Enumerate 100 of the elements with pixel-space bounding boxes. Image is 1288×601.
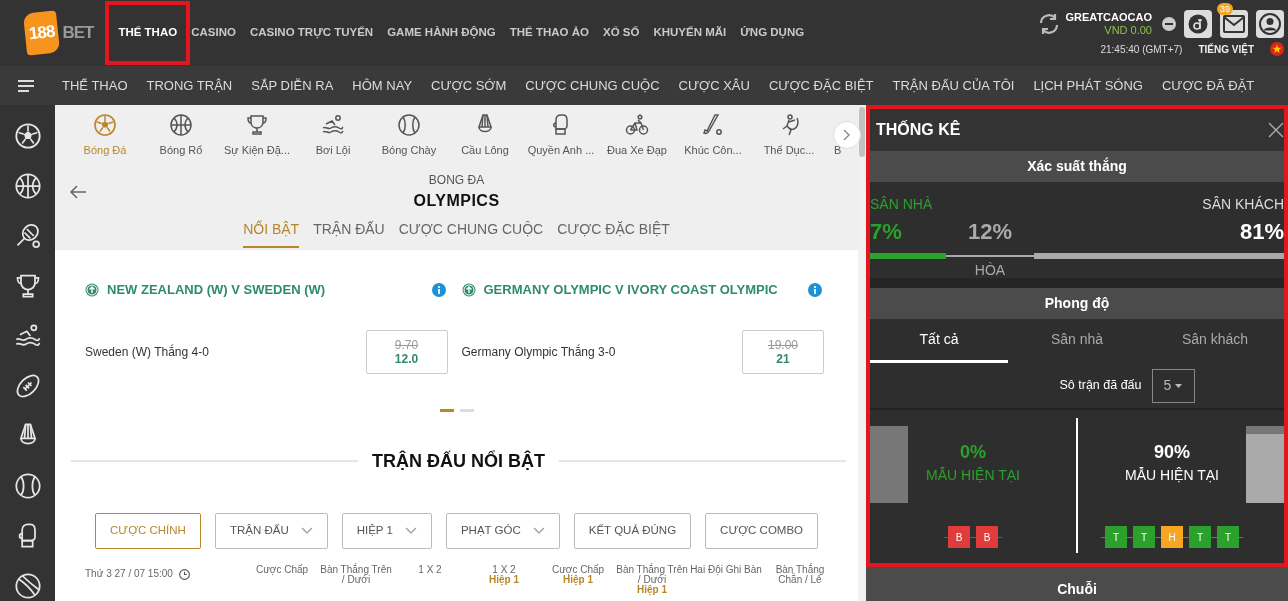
- column-header: Hai Đội Ghi Bàn: [689, 564, 763, 575]
- tab[interactable]: CƯỢC CHUNG CUỘC: [398, 218, 544, 248]
- basketball-icon[interactable]: [13, 172, 42, 200]
- column-header: 1 X 2 Hiệp 1: [488, 564, 520, 585]
- username: GREATCAOCAO: [1065, 10, 1152, 24]
- baseball-icon[interactable]: [13, 472, 42, 500]
- draw-label: HÒA: [974, 262, 1006, 278]
- sport-tab[interactable]: Sự Kiện Đặ...: [219, 113, 295, 159]
- notification-badge: 39: [1217, 2, 1233, 15]
- menu-item[interactable]: SẮP DIỄN RA: [251, 75, 334, 96]
- mail-icon: [1223, 14, 1245, 33]
- menu-item[interactable]: LỊCH PHÁT SÓNG: [1033, 75, 1143, 96]
- logo-text[interactable]: BET: [62, 20, 94, 46]
- filter-button[interactable]: HIỆP 1: [341, 512, 432, 549]
- scrollbar[interactable]: [858, 105, 866, 601]
- filter-button[interactable]: KẾT QUẢ ĐÚNG: [573, 512, 692, 549]
- form-caption: MẪU HIỆN TẠI: [1125, 466, 1219, 485]
- back-button[interactable]: [69, 185, 87, 199]
- sport-tab[interactable]: B: [827, 113, 858, 159]
- menu-item[interactable]: CƯỢC ĐẶC BIỆT: [768, 75, 874, 96]
- coin-icon: [1188, 13, 1208, 34]
- sport-tab[interactable]: Khúc Côn...: [675, 113, 751, 159]
- menu-item[interactable]: CƯỢC CHUNG CUỘC: [525, 75, 660, 96]
- field-label: Sô trận đã đấu: [1059, 377, 1142, 395]
- home-percent: 7%: [870, 219, 902, 244]
- balance: VND 0.00: [1103, 23, 1152, 37]
- menu-item[interactable]: HÔM NAY: [352, 75, 413, 96]
- result-chip: B: [976, 526, 998, 548]
- filter-button[interactable]: PHẠT GÓC: [445, 512, 560, 549]
- menu-icon[interactable]: [18, 79, 34, 92]
- result-chip: B: [948, 526, 970, 548]
- clock-time: 21:45:40 (GMT+7): [1100, 42, 1183, 57]
- tab[interactable]: TRẬN ĐẤU: [313, 218, 385, 248]
- menu-item[interactable]: THỂ THAO: [62, 75, 128, 96]
- panel-title: THỐNG KÊ: [876, 119, 961, 140]
- match-date: Thứ 3 27 / 07 15:00: [85, 569, 173, 579]
- away-label: SÂN KHÁCH: [1202, 196, 1284, 212]
- competition-title: OLYMPICS: [413, 191, 500, 210]
- carousel-indicator[interactable]: [439, 408, 454, 412]
- baseball-icon: [397, 113, 421, 137]
- sport-tab[interactable]: Bơi Lội: [295, 113, 371, 159]
- odds-button[interactable]: 9.70 12.0: [365, 329, 448, 374]
- info-icon[interactable]: [808, 282, 822, 297]
- form-caption: MẪU HIỆN TẠI: [926, 466, 1020, 485]
- result-chip: H: [1161, 526, 1183, 548]
- nav-link[interactable]: THỂ THAO: [105, 1, 191, 65]
- soccer-ball-icon: [93, 113, 117, 137]
- home-label: SÂN NHÀ: [870, 196, 933, 212]
- column-header: Cược Chấp: [254, 564, 310, 575]
- minus-icon[interactable]: [1162, 16, 1176, 31]
- match-title[interactable]: GERMANY OLYMPIC V IVORY COAST OLYMPIC: [483, 280, 778, 300]
- basketball-icon: [169, 113, 193, 137]
- profile-button[interactable]: [1256, 9, 1284, 38]
- soccer-ball-icon[interactable]: [13, 122, 42, 150]
- tab[interactable]: Sân nhà: [1008, 319, 1146, 363]
- sport-tab[interactable]: Thể Dục...: [751, 113, 827, 159]
- sport-tab[interactable]: Đua Xe Đạp: [599, 113, 675, 159]
- arrow-up-icon: [85, 282, 99, 297]
- menu-item[interactable]: TRONG TRẬN: [146, 75, 233, 96]
- sport-tab[interactable]: Quyền Anh ...: [523, 113, 599, 159]
- sport-tab[interactable]: Bóng Chày: [371, 113, 447, 159]
- odds-button[interactable]: 19.00 21: [742, 329, 824, 374]
- tab[interactable]: CƯỢC ĐẶC BIỆT: [557, 218, 670, 248]
- away-percent: 81%: [1239, 219, 1284, 244]
- sport-name: BONG ĐA: [428, 172, 485, 187]
- swimmer-icon: [321, 113, 345, 137]
- sport-tab[interactable]: Bóng Rổ: [143, 113, 219, 159]
- menu-item[interactable]: TRẬN ĐẤU CỦA TÔI: [892, 75, 1015, 96]
- menu-item[interactable]: CƯỢC XÂU: [678, 75, 750, 96]
- flag-icon[interactable]: [1270, 42, 1284, 56]
- selection-name: Sweden (W) Thắng 4-0: [85, 343, 209, 361]
- result-chip: T: [1189, 526, 1211, 548]
- caret-icon: [1175, 383, 1183, 388]
- filter-button[interactable]: TRẬN ĐẤU: [214, 512, 328, 549]
- back-arrow-icon: [69, 185, 87, 199]
- result-chip: T: [1133, 526, 1155, 548]
- close-icon[interactable]: [1268, 122, 1284, 138]
- result-chip: T: [1105, 526, 1127, 548]
- column-header: Bàn Thắng Trên / Dưới: [319, 564, 393, 585]
- section-header: Xác suất thắng: [870, 151, 1284, 182]
- section-header: Chuỗi: [866, 567, 1288, 601]
- chevron-right-icon: [843, 129, 851, 141]
- ball-icon[interactable]: [13, 572, 42, 600]
- match-title[interactable]: NEW ZEALAND (W) V SWEDEN (W): [107, 280, 326, 300]
- cyclist-icon: [625, 113, 649, 137]
- column-header: Bàn Thắng Chẵn / Lẻ: [774, 564, 826, 585]
- info-icon[interactable]: [431, 282, 446, 297]
- hockey-stick-icon: [701, 113, 725, 137]
- column-header: 1 X 2: [417, 564, 443, 575]
- coin-button[interactable]: [1184, 9, 1212, 38]
- language-selector[interactable]: TIẾNG VIỆT: [1198, 41, 1254, 57]
- clock-icon[interactable]: [178, 568, 190, 580]
- filter-button[interactable]: CƯỢC COMBO: [705, 512, 819, 549]
- user-icon: [1259, 12, 1281, 35]
- menu-item[interactable]: CƯỢC ĐÃ ĐẶT: [1161, 75, 1255, 96]
- sport-tab[interactable]: Cầu Lông: [447, 113, 523, 159]
- form-percent: 90%: [1154, 442, 1190, 462]
- matches-dropdown[interactable]: 5: [1151, 368, 1195, 403]
- tab[interactable]: Sân khách: [1146, 319, 1284, 363]
- menu-item[interactable]: CƯỢC SỚM: [431, 75, 507, 96]
